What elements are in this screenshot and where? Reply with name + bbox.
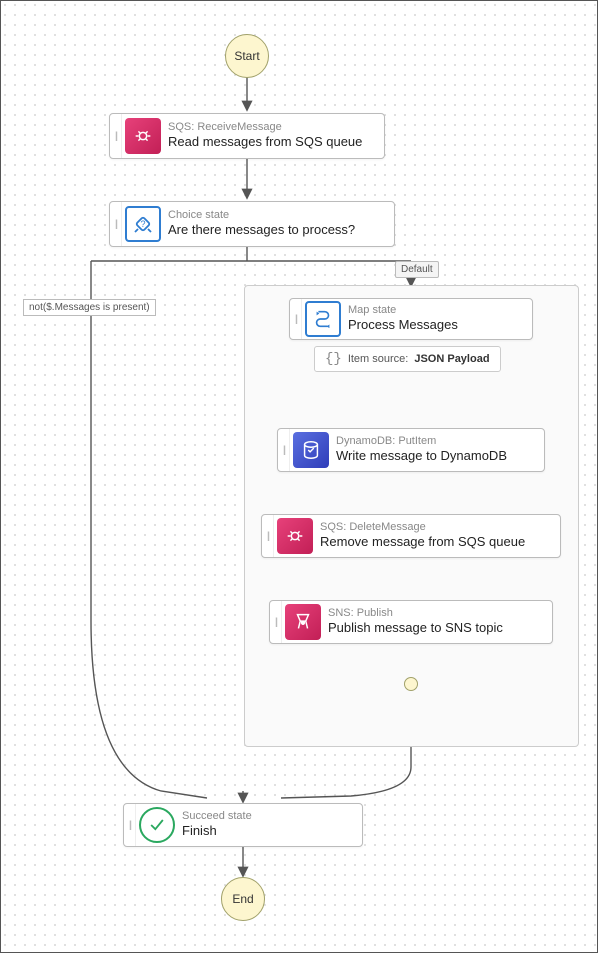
braces-icon: {} (325, 351, 342, 367)
item-source-label: Item source: (348, 353, 409, 365)
node-receive-message[interactable]: || SQS: ReceiveMessage Read messages fro… (109, 113, 385, 159)
succeed-icon (136, 804, 178, 846)
node-choice[interactable]: || ? Choice state Are there messages to … (109, 201, 395, 247)
node-title: Finish (182, 823, 354, 840)
node-title: Read messages from SQS queue (168, 134, 376, 151)
node-title: Process Messages (348, 317, 524, 334)
node-subtitle: SNS: Publish (328, 607, 544, 620)
node-subtitle: DynamoDB: PutItem (336, 435, 536, 448)
node-title: Write message to DynamoDB (336, 448, 536, 465)
start-terminal[interactable]: Start (225, 34, 269, 78)
end-terminal[interactable]: End (221, 877, 265, 921)
sns-icon (282, 601, 324, 643)
drag-handle-icon[interactable]: || (278, 429, 290, 471)
node-subtitle: Choice state (168, 209, 386, 222)
drag-handle-icon[interactable]: || (110, 202, 122, 246)
start-label: Start (234, 49, 259, 63)
drag-handle-icon[interactable]: || (124, 804, 136, 846)
drag-handle-icon[interactable]: || (270, 601, 282, 643)
item-source-value: JSON Payload (414, 353, 489, 365)
drag-handle-icon[interactable]: || (110, 114, 122, 158)
drag-handle-icon[interactable]: || (262, 515, 274, 557)
node-subtitle: SQS: DeleteMessage (320, 521, 552, 534)
branch-condition-label: not($.Messages is present) (23, 299, 156, 316)
branch-default-label: Default (395, 261, 439, 278)
node-subtitle: Map state (348, 304, 524, 317)
sqs-icon (122, 114, 164, 158)
node-succeed[interactable]: || Succeed state Finish (123, 803, 363, 847)
node-putitem[interactable]: || DynamoDB: PutItem Write message to Dy… (277, 428, 545, 472)
node-map[interactable]: || Map state Process Messages (289, 298, 533, 340)
node-publish[interactable]: || SNS: Publish Publish message to SNS t… (269, 600, 553, 644)
end-label: End (232, 892, 253, 906)
node-title: Publish message to SNS topic (328, 620, 544, 637)
node-title: Remove message from SQS queue (320, 534, 552, 551)
node-subtitle: Succeed state (182, 810, 354, 823)
item-source-pill[interactable]: {} Item source: JSON Payload (314, 346, 501, 372)
choice-icon: ? (122, 202, 164, 246)
svg-text:?: ? (140, 219, 145, 229)
node-subtitle: SQS: ReceiveMessage (168, 121, 376, 134)
drag-handle-icon[interactable]: || (290, 299, 302, 339)
map-end-dot (404, 677, 418, 691)
node-title: Are there messages to process? (168, 222, 386, 239)
node-delete-message[interactable]: || SQS: DeleteMessage Remove message fro… (261, 514, 561, 558)
map-icon (302, 299, 344, 339)
dynamodb-icon (290, 429, 332, 471)
sqs-icon (274, 515, 316, 557)
